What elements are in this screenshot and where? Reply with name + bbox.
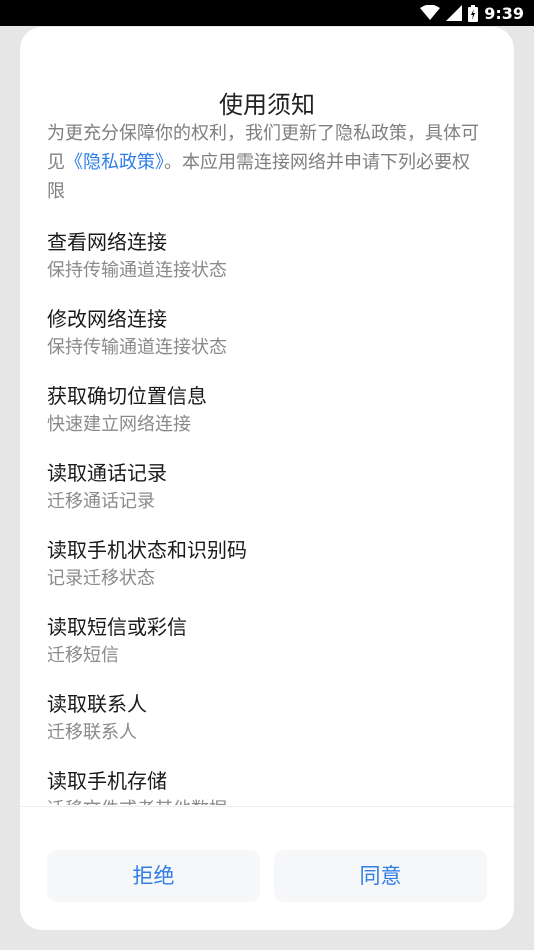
permission-desc: 记录迁移状态 [47, 568, 155, 589]
divider [20, 806, 514, 807]
permission-item: 读取联系人 迁移联系人 [47, 690, 487, 747]
permission-list: 查看网络连接 保持传输通道连接状态 修改网络连接 保持传输通道连接状态 获取确切… [47, 228, 487, 805]
permissions-scroll-area[interactable]: 为更充分保障你的权利，我们更新了隐私政策，具体可见《隐私政策》。本应用需连接网络… [47, 119, 487, 805]
permission-desc: 保持传输通道连接状态 [47, 260, 227, 281]
intro-text: 为更充分保障你的权利，我们更新了隐私政策，具体可见《隐私政策》。本应用需连接网络… [47, 119, 487, 206]
permission-item: 读取通话记录 迁移通话记录 [47, 459, 487, 516]
permission-item: 查看网络连接 保持传输通道连接状态 [47, 228, 487, 285]
agree-button[interactable]: 同意 [274, 850, 487, 902]
permission-title: 修改网络连接 [47, 307, 167, 331]
status-time: 9:39 [484, 3, 524, 23]
permission-item: 读取短信或彩信 迁移短信 [47, 613, 487, 670]
permission-item: 读取手机状态和识别码 记录迁移状态 [47, 536, 487, 593]
status-bar: 9:39 [0, 0, 534, 26]
terms-dialog: 使用须知 为更充分保障你的权利，我们更新了隐私政策，具体可见《隐私政策》。本应用… [20, 27, 514, 930]
permission-item: 获取确切位置信息 快速建立网络连接 [47, 382, 487, 439]
signal-icon [446, 5, 463, 21]
permission-title: 获取确切位置信息 [47, 384, 207, 408]
status-icons: 9:39 [420, 0, 524, 26]
permission-desc: 迁移通话记录 [47, 491, 155, 512]
permission-title: 读取短信或彩信 [47, 615, 187, 639]
wifi-icon [420, 5, 441, 21]
permission-title: 读取联系人 [47, 692, 147, 716]
permission-desc: 快速建立网络连接 [47, 414, 191, 435]
permission-desc: 迁移短信 [47, 645, 119, 666]
permission-desc: 保持传输通道连接状态 [47, 337, 227, 358]
battery-icon [468, 4, 479, 22]
permission-desc: 迁移联系人 [47, 722, 137, 743]
privacy-policy-link[interactable]: 《隐私政策》 [65, 152, 164, 173]
reject-button[interactable]: 拒绝 [47, 850, 260, 902]
permission-item: 读取手机存储 迁移文件或者其他数据 [47, 767, 487, 805]
permission-desc: 迁移文件或者其他数据 [47, 796, 487, 805]
dialog-title: 使用须知 [219, 91, 315, 119]
permission-title: 查看网络连接 [47, 230, 167, 254]
permission-title: 读取手机存储 [47, 769, 167, 793]
permission-title: 读取手机状态和识别码 [47, 538, 247, 562]
permission-title: 读取通话记录 [47, 461, 167, 485]
permission-item: 修改网络连接 保持传输通道连接状态 [47, 305, 487, 362]
